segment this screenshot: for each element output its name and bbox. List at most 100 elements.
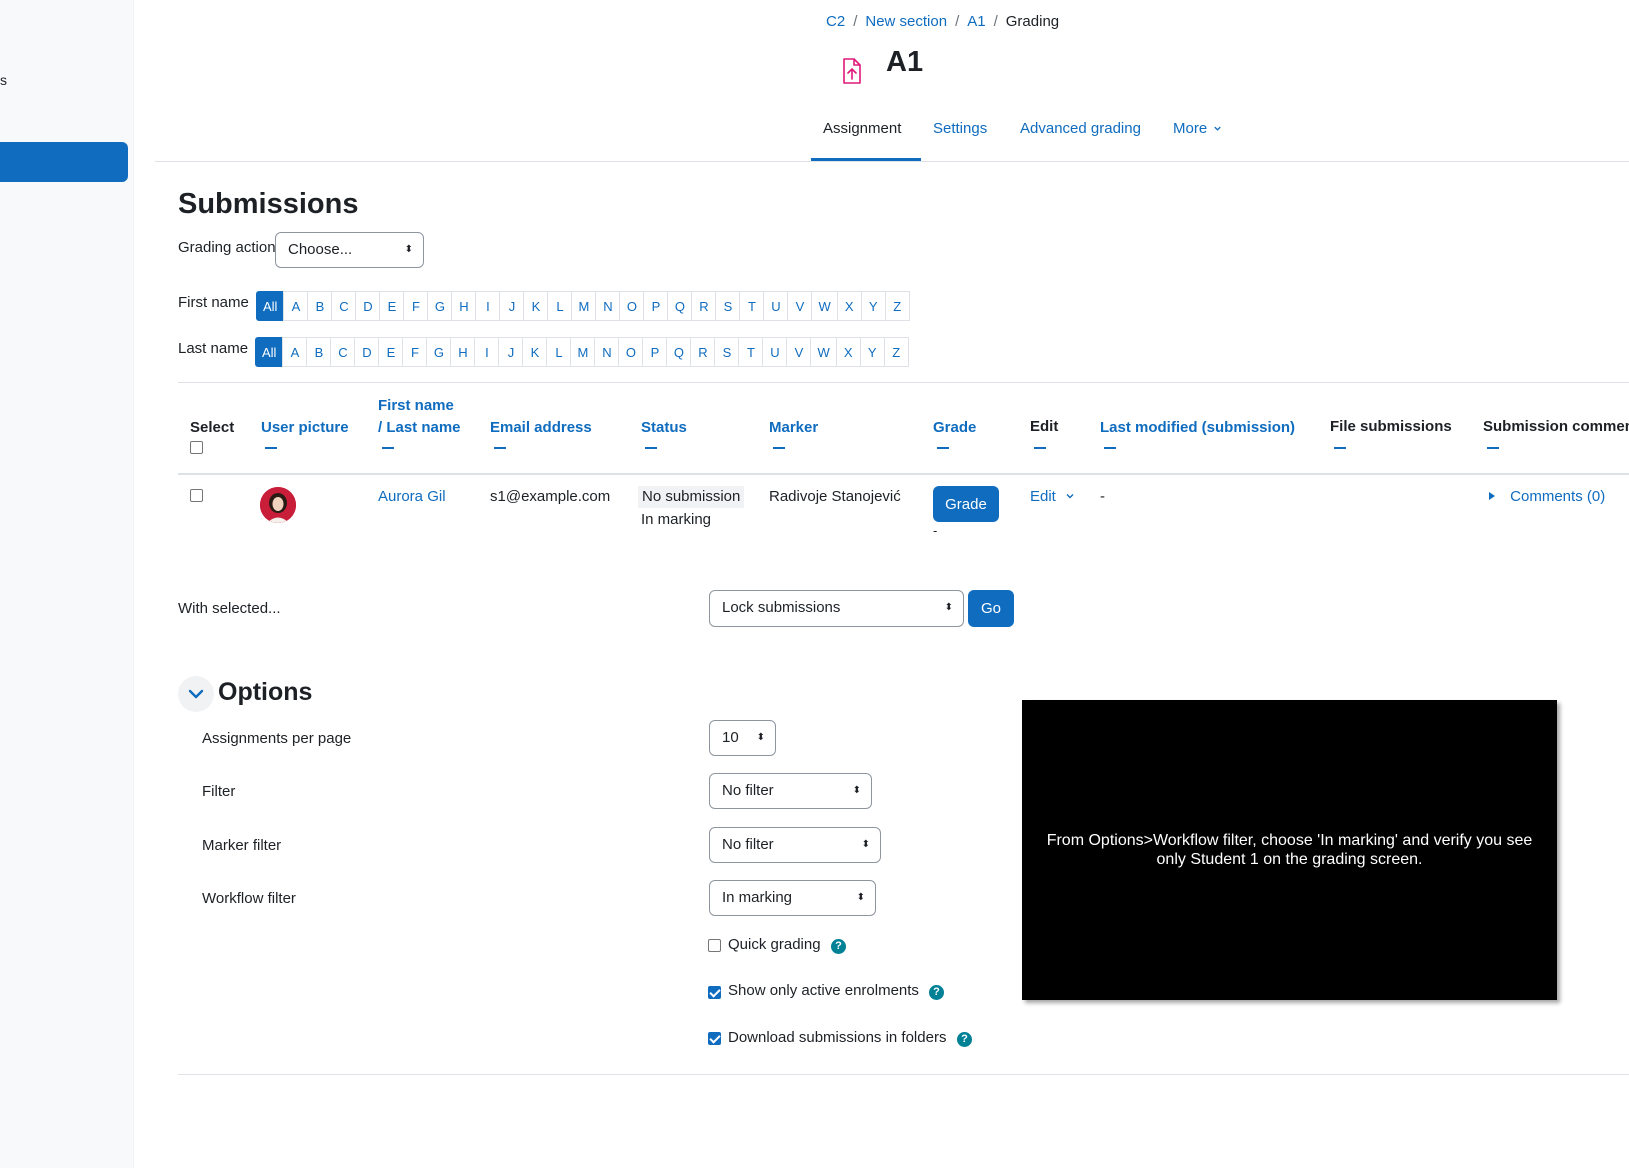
last-name-initial-g[interactable]: G	[426, 337, 452, 367]
filter-select[interactable]: No filter ⬍	[709, 773, 872, 809]
comments-toggle[interactable]: Comments (0)	[1488, 486, 1605, 508]
workflow-filter-select[interactable]: In marking ⬍	[709, 880, 876, 916]
download-in-folders-checkbox[interactable]	[708, 1032, 721, 1045]
column-header-status[interactable]: Status	[641, 417, 687, 439]
first-name-initial-k[interactable]: K	[523, 291, 549, 321]
first-name-initial-i[interactable]: I	[475, 291, 501, 321]
collapse-column-icon[interactable]	[494, 447, 506, 449]
assignments-per-page-select[interactable]: 10 ⬍	[709, 720, 776, 756]
first-name-initial-all[interactable]: All	[256, 291, 285, 321]
last-name-initial-u[interactable]: U	[762, 337, 788, 367]
grading-action-select[interactable]: Choose... ⬍	[275, 232, 424, 268]
last-name-initial-v[interactable]: V	[786, 337, 812, 367]
breadcrumb-item-a1[interactable]: A1	[967, 13, 985, 30]
first-name-initial-n[interactable]: N	[595, 291, 621, 321]
first-name-initial-d[interactable]: D	[355, 291, 381, 321]
row-select-checkbox[interactable]	[190, 489, 203, 502]
collapse-column-icon[interactable]	[645, 447, 657, 449]
collapse-column-icon[interactable]	[1104, 447, 1116, 449]
first-name-initial-j[interactable]: J	[499, 291, 525, 321]
avatar[interactable]	[260, 487, 296, 523]
last-name-initial-y[interactable]: Y	[859, 337, 885, 367]
first-name-initial-h[interactable]: H	[451, 291, 477, 321]
breadcrumb-item-new-section[interactable]: New section	[865, 13, 947, 30]
last-name-initial-i[interactable]: I	[474, 337, 500, 367]
collapse-column-icon[interactable]	[382, 447, 394, 449]
drawer-active-item[interactable]	[0, 142, 128, 182]
collapse-column-icon[interactable]	[265, 447, 277, 449]
last-name-initial-c[interactable]: C	[330, 337, 356, 367]
collapse-column-icon[interactable]	[1487, 447, 1499, 449]
collapse-column-icon[interactable]	[1334, 447, 1346, 449]
drawer-item-text[interactable]: s	[0, 72, 7, 88]
column-header-last-modified[interactable]: Last modified (submission)	[1100, 417, 1295, 439]
last-name-initial-h[interactable]: H	[450, 337, 476, 367]
last-name-initial-x[interactable]: X	[835, 337, 861, 367]
first-name-initial-u[interactable]: U	[763, 291, 789, 321]
bulk-action-select[interactable]: Lock submissions ⬍	[709, 590, 964, 627]
first-name-initial-q[interactable]: Q	[667, 291, 693, 321]
grade-button[interactable]: Grade	[933, 486, 999, 522]
first-name-initial-b[interactable]: B	[307, 291, 333, 321]
last-name-initial-p[interactable]: P	[642, 337, 668, 367]
first-name-initial-t[interactable]: T	[739, 291, 765, 321]
options-collapse-toggle[interactable]	[178, 676, 214, 712]
last-name-initial-r[interactable]: R	[690, 337, 716, 367]
last-name-initial-f[interactable]: F	[402, 337, 428, 367]
first-name-initial-e[interactable]: E	[379, 291, 405, 321]
last-name-initial-n[interactable]: N	[594, 337, 620, 367]
last-name-initial-b[interactable]: B	[306, 337, 332, 367]
tab-more[interactable]: More	[1173, 120, 1222, 137]
column-header-first-name[interactable]: First name	[378, 395, 454, 417]
quick-grading-checkbox[interactable]	[708, 939, 721, 952]
last-name-initial-t[interactable]: T	[738, 337, 764, 367]
column-header-user-picture[interactable]: User picture	[261, 417, 349, 439]
edit-menu-toggle[interactable]: Edit	[1030, 486, 1075, 508]
help-icon[interactable]: ?	[957, 1032, 972, 1047]
collapse-column-icon[interactable]	[1034, 447, 1046, 449]
help-icon[interactable]: ?	[929, 985, 944, 1000]
column-header-last-name[interactable]: / Last name	[378, 417, 461, 439]
last-name-initial-all[interactable]: All	[255, 337, 284, 367]
last-name-initial-j[interactable]: J	[498, 337, 524, 367]
first-name-initial-o[interactable]: O	[619, 291, 645, 321]
first-name-initial-y[interactable]: Y	[860, 291, 886, 321]
last-name-initial-d[interactable]: D	[354, 337, 380, 367]
first-name-initial-f[interactable]: F	[403, 291, 429, 321]
last-name-initial-o[interactable]: O	[618, 337, 644, 367]
first-name-initial-s[interactable]: S	[715, 291, 741, 321]
first-name-initial-l[interactable]: L	[547, 291, 573, 321]
first-name-initial-r[interactable]: R	[691, 291, 717, 321]
help-icon[interactable]: ?	[831, 939, 846, 954]
last-name-initial-w[interactable]: W	[810, 337, 837, 367]
last-name-initial-z[interactable]: Z	[883, 337, 909, 367]
first-name-initial-w[interactable]: W	[811, 291, 838, 321]
column-header-marker[interactable]: Marker	[769, 417, 818, 439]
last-name-initial-l[interactable]: L	[546, 337, 572, 367]
last-name-initial-s[interactable]: S	[714, 337, 740, 367]
first-name-initial-g[interactable]: G	[427, 291, 453, 321]
breadcrumb-item-c2[interactable]: C2	[826, 13, 845, 30]
marker-filter-select[interactable]: No filter ⬍	[709, 827, 881, 863]
last-name-initial-k[interactable]: K	[522, 337, 548, 367]
go-button[interactable]: Go	[968, 590, 1014, 627]
last-name-initial-a[interactable]: A	[282, 337, 308, 367]
last-name-initial-q[interactable]: Q	[666, 337, 692, 367]
show-active-enrolments-checkbox[interactable]	[708, 986, 721, 999]
select-all-checkbox[interactable]	[190, 441, 203, 454]
first-name-initial-m[interactable]: M	[571, 291, 597, 321]
last-name-initial-m[interactable]: M	[570, 337, 596, 367]
column-header-email[interactable]: Email address	[490, 417, 592, 439]
collapse-column-icon[interactable]	[773, 447, 785, 449]
tab-advanced-grading[interactable]: Advanced grading	[1020, 120, 1141, 137]
last-name-initial-e[interactable]: E	[378, 337, 404, 367]
first-name-initial-v[interactable]: V	[787, 291, 813, 321]
tab-assignment[interactable]: Assignment	[823, 120, 901, 137]
tab-settings[interactable]: Settings	[933, 120, 987, 137]
first-name-initial-p[interactable]: P	[643, 291, 669, 321]
first-name-initial-x[interactable]: X	[836, 291, 862, 321]
user-name-link[interactable]: Aurora Gil	[378, 486, 446, 508]
first-name-initial-a[interactable]: A	[283, 291, 309, 321]
first-name-initial-z[interactable]: Z	[884, 291, 910, 321]
first-name-initial-c[interactable]: C	[331, 291, 357, 321]
